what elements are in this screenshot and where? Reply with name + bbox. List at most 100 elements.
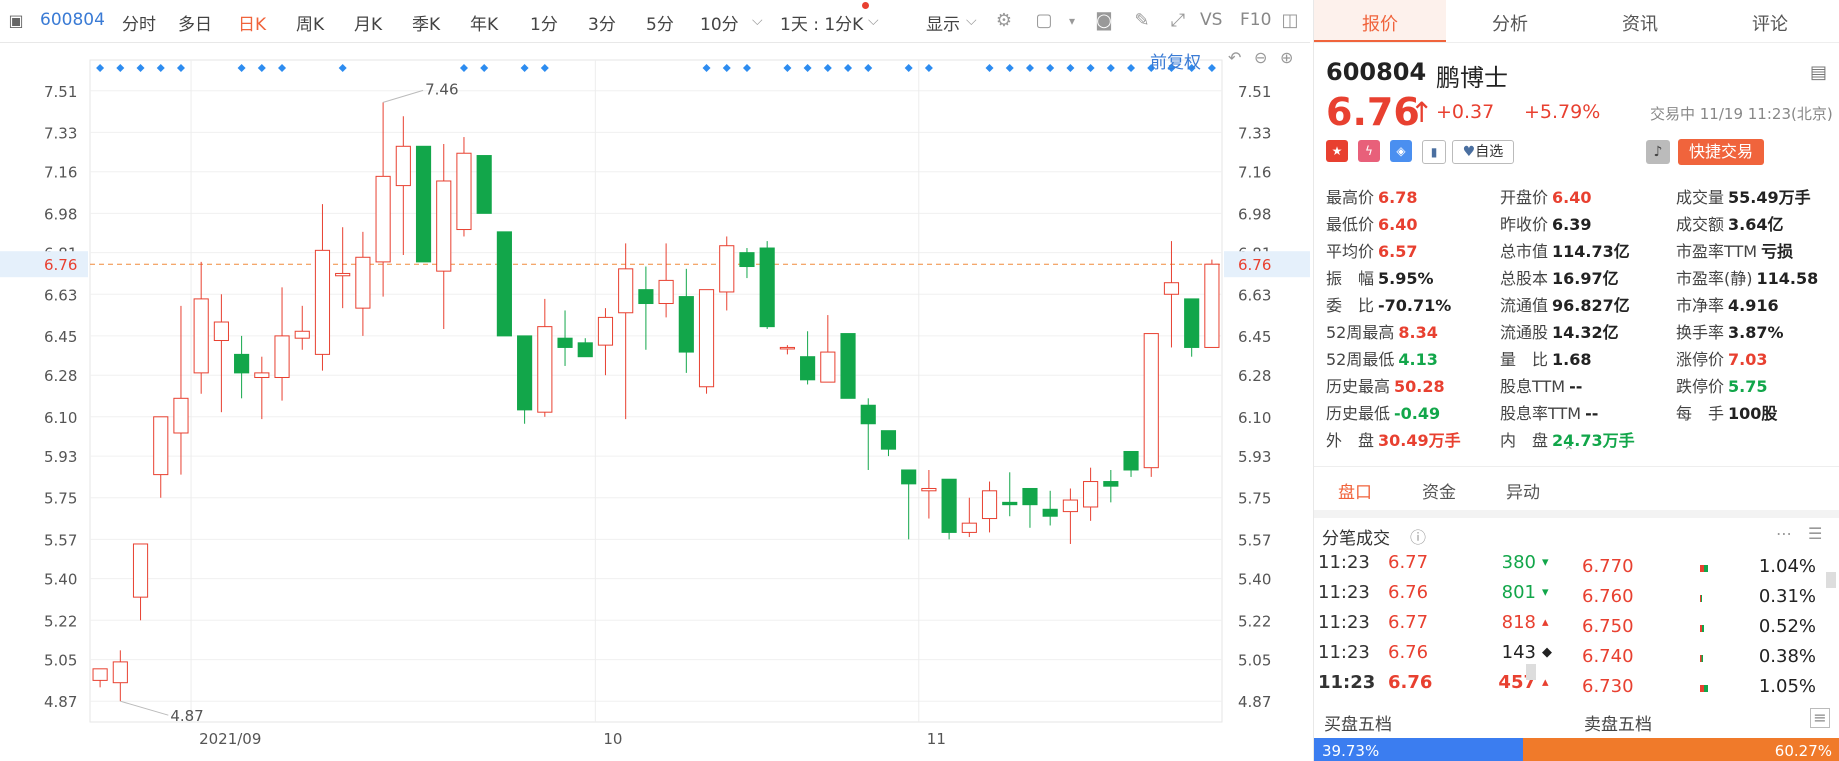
fullscreen-icon[interactable]: ⤢ xyxy=(1168,12,1188,30)
stat-label: 换手率 xyxy=(1676,323,1725,342)
stock-code-label[interactable]: 600804 xyxy=(40,10,105,30)
stat-value: 3.87% xyxy=(1728,323,1784,342)
stat-item: 每 手 100股 xyxy=(1676,400,1777,424)
tick-time: 11:23 xyxy=(1318,672,1376,693)
level-price: 6.770 xyxy=(1582,556,1634,577)
china-flag-icon[interactable]: ★ xyxy=(1326,140,1348,162)
y-tick-label-right: 6.28 xyxy=(1238,367,1271,385)
reset-icon[interactable]: ↶ xyxy=(1228,48,1241,67)
period-tab-10min[interactable]: 10分 xyxy=(700,10,739,35)
period-tab-1min[interactable]: 1分 xyxy=(530,10,558,35)
limit-marker xyxy=(116,64,125,72)
panel-toggle-icon[interactable]: ◫ xyxy=(1280,12,1300,30)
level-row: 6.730 1.05% xyxy=(1582,676,1822,704)
pencil-icon[interactable]: ✎ xyxy=(1132,12,1152,30)
stat-item: 流通值 96.827亿 xyxy=(1500,292,1630,316)
stat-value: 50.28 xyxy=(1394,377,1445,396)
info-icon[interactable]: ⓘ xyxy=(1410,524,1426,548)
scrollbar-thumb[interactable] xyxy=(1526,664,1536,680)
stat-item: 开盘价 6.40 xyxy=(1500,184,1592,208)
current-price: 6.76 xyxy=(1326,90,1420,134)
bookmark-icon[interactable]: ▮ xyxy=(1422,140,1446,164)
period-tab-day-k[interactable]: 日K xyxy=(238,10,266,35)
tab-quote[interactable]: 报价 xyxy=(1330,10,1430,36)
period-tab-week-k[interactable]: 周K xyxy=(296,10,324,35)
candle-body xyxy=(132,543,149,598)
limit-marker xyxy=(742,64,751,72)
sidebar-toggle-icon[interactable]: ▣ xyxy=(6,12,26,30)
stat-value: 7.03 xyxy=(1728,350,1768,369)
low-annotation-line xyxy=(120,700,169,716)
level-fill-bar xyxy=(1700,565,1708,572)
level-fill-bar xyxy=(1700,625,1704,632)
chevron-down-icon[interactable]: ▾ xyxy=(1062,12,1082,30)
tab-news[interactable]: 资讯 xyxy=(1590,10,1690,36)
kline-chart[interactable]: 7.517.517.337.337.167.166.986.986.816.81… xyxy=(0,42,1310,761)
limit-marker xyxy=(1046,64,1055,72)
camera-icon[interactable]: ◙ xyxy=(1094,12,1114,30)
stat-value: 6.39 xyxy=(1552,215,1592,234)
candle-body xyxy=(415,145,432,263)
period-tab-5min[interactable]: 5分 xyxy=(646,10,674,35)
y-tick-label-right: 5.75 xyxy=(1238,490,1271,508)
zoom-in-icon[interactable]: ⊕ xyxy=(1280,48,1293,67)
bell-icon[interactable]: ♪ xyxy=(1646,140,1670,164)
y-tick-label-left: 5.57 xyxy=(44,531,77,549)
stat-value: 5.75 xyxy=(1728,377,1768,396)
candle-body xyxy=(739,252,755,268)
period-tab-3min[interactable]: 3分 xyxy=(588,10,616,35)
period-tab-year-k[interactable]: 年K xyxy=(470,10,498,35)
kline-chart-svg[interactable]: 7.517.517.337.337.167.166.986.986.816.81… xyxy=(0,42,1310,761)
adjust-button[interactable]: 前复权 xyxy=(1150,48,1201,73)
stat-value: 4.13 xyxy=(1398,350,1438,369)
square-select-icon[interactable]: ▢ xyxy=(1034,12,1054,30)
quick-trade-button[interactable]: 快捷交易 xyxy=(1678,139,1764,165)
candle-body xyxy=(557,337,573,348)
tag-icon[interactable]: ◈ xyxy=(1390,140,1412,162)
period-tab-duori[interactable]: 多日 xyxy=(178,10,212,35)
chevron-up-icon[interactable]: ⌃ xyxy=(1563,444,1575,460)
vs-compare-button[interactable]: VS xyxy=(1200,10,1222,30)
display-menu[interactable]: 显示 xyxy=(926,10,960,35)
menu-icon[interactable]: ☰ xyxy=(1808,524,1822,543)
candle-body xyxy=(921,487,937,492)
chevron-down-icon[interactable]: ⌵ xyxy=(868,13,879,29)
level-pct: 0.38% xyxy=(1758,646,1816,667)
gear-icon[interactable]: ⚙ xyxy=(994,12,1014,30)
candle-body xyxy=(335,272,351,277)
stat-label: 涨停价 xyxy=(1676,350,1725,369)
y-axis: 7.517.517.337.337.167.166.986.986.816.81… xyxy=(0,83,1310,711)
f10-button[interactable]: F10 xyxy=(1240,10,1271,30)
trade-status: 交易中 11/19 11:23(北京) xyxy=(1650,105,1833,123)
list-icon[interactable]: ▤ xyxy=(1810,62,1827,83)
add-watchlist-button[interactable]: ♥自选 xyxy=(1452,140,1514,164)
candle-body xyxy=(294,330,310,339)
limit-marker xyxy=(1066,64,1075,72)
book-toggle-icon[interactable]: ≡ xyxy=(1810,708,1830,728)
limit-marker xyxy=(702,64,711,72)
zoom-out-icon[interactable]: ⊖ xyxy=(1254,48,1267,67)
subtab-pankou[interactable]: 盘口 xyxy=(1338,478,1372,503)
sell-pct: 60.27% xyxy=(1774,742,1832,760)
lightning-icon[interactable]: ϟ xyxy=(1358,140,1380,162)
y-tick-label-left: 7.51 xyxy=(44,83,77,101)
period-tab-fenshi[interactable]: 分时 xyxy=(122,10,156,35)
subtab-funds[interactable]: 资金 xyxy=(1422,478,1456,503)
interval-selector[interactable]: 1天 : 1分K xyxy=(780,10,863,35)
tab-comments[interactable]: 评论 xyxy=(1720,10,1820,36)
period-tab-month-k[interactable]: 月K xyxy=(354,10,382,35)
more-icon[interactable]: ⋯ xyxy=(1776,524,1792,543)
chevron-down-icon[interactable]: ⌵ xyxy=(966,13,977,29)
period-tab-season-k[interactable]: 季K xyxy=(412,10,440,35)
limit-marker xyxy=(904,64,913,72)
candle-body xyxy=(456,152,472,231)
watch-label: 自选 xyxy=(1475,144,1504,160)
scrollbar-thumb[interactable] xyxy=(1826,572,1836,588)
level-pct: 1.05% xyxy=(1758,676,1816,697)
subtab-movement[interactable]: 异动 xyxy=(1506,478,1540,503)
limit-marker xyxy=(985,64,994,72)
y-tick-label-right: 6.10 xyxy=(1238,409,1271,427)
tab-analysis[interactable]: 分析 xyxy=(1460,10,1560,36)
chevron-down-icon[interactable]: ⌵ xyxy=(752,13,763,29)
y-tick-label-left: 6.28 xyxy=(44,367,77,385)
